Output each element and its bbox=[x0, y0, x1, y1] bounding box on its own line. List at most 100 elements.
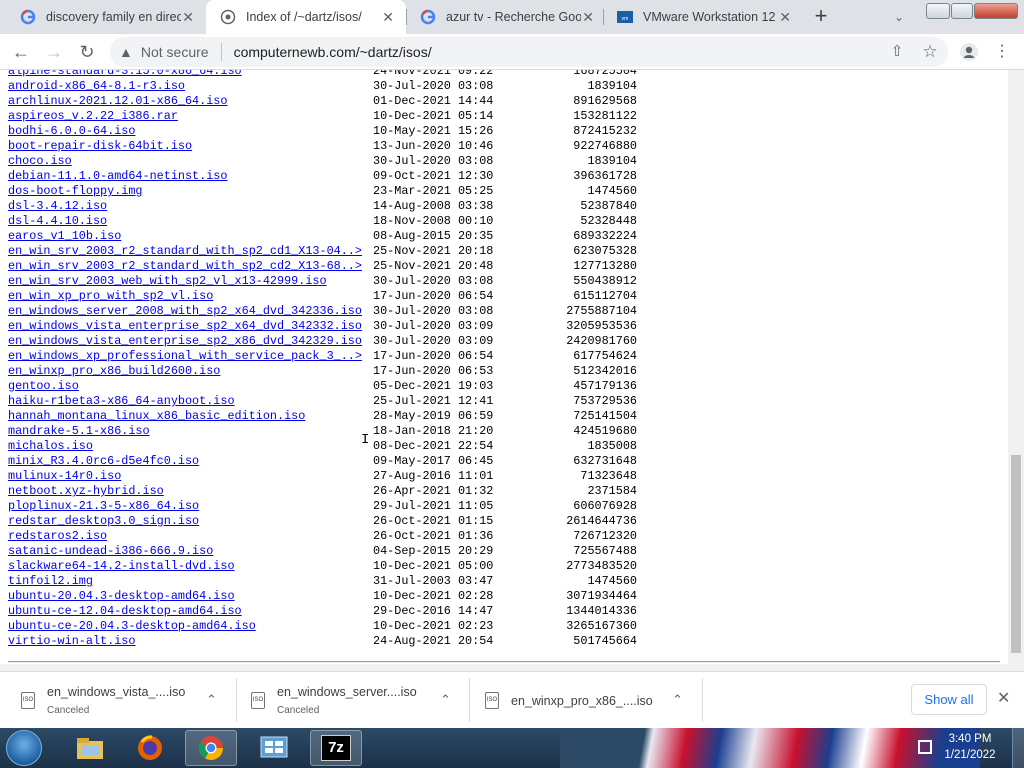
file-link[interactable]: gentoo.iso bbox=[8, 379, 79, 394]
file-link[interactable]: en_win_srv_2003_r2_standard_with_sp2_cd1… bbox=[8, 244, 362, 259]
file-link[interactable]: mandrake-5.1-x86.iso bbox=[8, 424, 150, 439]
window-close-button[interactable] bbox=[974, 3, 1018, 19]
file-link[interactable]: en_windows_vista_enterprise_sp2_x86_dvd_… bbox=[8, 334, 362, 349]
close-tab-icon[interactable]: ✕ bbox=[779, 9, 791, 25]
security-status[interactable]: Not secure bbox=[141, 44, 209, 60]
file-date: 24-Aug-2021 20:54 bbox=[373, 634, 494, 648]
7zip-icon[interactable]: 7z bbox=[310, 730, 362, 766]
show-all-button[interactable]: Show all bbox=[911, 684, 987, 715]
file-size: 424519680 bbox=[573, 424, 637, 438]
file-link[interactable]: redstar_desktop3.0_sign.iso bbox=[8, 514, 199, 529]
listing-row: redstar_desktop3.0_sign.iso 26-Oct-2021 0… bbox=[8, 514, 688, 529]
file-link[interactable]: redstaros2.iso bbox=[8, 529, 107, 544]
wallpaper-strip bbox=[560, 728, 980, 768]
file-link[interactable]: debian-11.1.0-amd64-netinst.iso bbox=[8, 169, 227, 184]
chevron-up-icon[interactable]: ⌃ bbox=[206, 692, 217, 708]
system-clock[interactable]: 3:40 PM 1/21/2022 bbox=[940, 731, 1000, 763]
iso-file-icon: ISO bbox=[251, 692, 265, 709]
file-link[interactable]: en_windows_server_2008_with_sp2_x64_dvd_… bbox=[8, 304, 362, 319]
file-link[interactable]: ploplinux-21.3-5-x86_64.iso bbox=[8, 499, 199, 514]
back-arrow-icon[interactable]: ← bbox=[9, 40, 33, 64]
tab-vmware[interactable]: vm VMware Workstation 12 ✕ bbox=[603, 0, 803, 34]
reload-icon[interactable]: ↻ bbox=[75, 40, 99, 64]
download-status: Canceled bbox=[47, 705, 90, 716]
file-date: 29-Jul-2021 11:05 bbox=[373, 499, 494, 513]
bookmark-star-icon[interactable]: ☆ bbox=[918, 40, 942, 64]
tab-index-isos[interactable]: Index of /~dartz/isos/ ✕ bbox=[206, 0, 406, 34]
start-button[interactable] bbox=[6, 730, 42, 766]
file-link[interactable]: en_win_srv_2003_web_with_sp2_vl_x13-4299… bbox=[8, 274, 327, 289]
menu-kebab-icon[interactable]: ⋮ bbox=[990, 40, 1014, 64]
close-tab-icon[interactable]: ✕ bbox=[382, 9, 394, 25]
file-date: 26-Oct-2021 01:36 bbox=[373, 529, 494, 543]
chevron-up-icon[interactable]: ⌃ bbox=[440, 692, 451, 708]
file-link[interactable]: slackware64-14.2-install-dvd.iso bbox=[8, 559, 235, 574]
horizontal-scrollbar[interactable] bbox=[0, 664, 1008, 671]
address-bar[interactable]: ▲ Not secure computernewb.com/~dartz/iso… bbox=[110, 37, 948, 67]
download-item[interactable]: ISO en_windows_vista_....iso Canceled ⌃ bbox=[0, 672, 236, 729]
file-link[interactable]: minix_R3.4.0rc6-d5e4fc0.iso bbox=[8, 454, 199, 469]
file-link[interactable]: aspireos_v.2.22_i386.rar bbox=[8, 109, 178, 124]
file-link[interactable]: en_win_srv_2003_r2_standard_with_sp2_cd2… bbox=[8, 259, 362, 274]
file-size: 127713280 bbox=[573, 259, 637, 273]
file-link[interactable]: android-x86_64-8.1-r3.iso bbox=[8, 79, 185, 94]
warning-icon[interactable]: ▲ bbox=[119, 44, 133, 60]
share-icon[interactable]: ⇧ bbox=[885, 40, 909, 64]
tab-search-icon[interactable]: ⌄ bbox=[887, 5, 911, 29]
file-link[interactable]: hannah_montana_linux_x86_basic_edition.i… bbox=[8, 409, 305, 424]
firefox-icon[interactable] bbox=[124, 730, 176, 766]
file-link[interactable]: satanic-undead-i386-666.9.iso bbox=[8, 544, 213, 559]
file-link[interactable]: dos-boot-floppy.img bbox=[8, 184, 143, 199]
file-date: 01-Dec-2021 14:44 bbox=[373, 94, 494, 108]
file-link[interactable]: ubuntu-ce-20.04.3-desktop-amd64.iso bbox=[8, 619, 256, 634]
profile-avatar-icon[interactable] bbox=[957, 40, 981, 64]
file-link[interactable]: ubuntu-ce-12.04-desktop-amd64.iso bbox=[8, 604, 242, 619]
minimize-button[interactable] bbox=[926, 3, 950, 19]
download-item[interactable]: ISO en_windows_server....iso Canceled ⌃ bbox=[236, 672, 469, 729]
chevron-up-icon[interactable]: ⌃ bbox=[672, 692, 683, 708]
file-link[interactable]: virtio-win-alt.iso bbox=[8, 634, 135, 649]
file-link[interactable]: mulinux-14r0.iso bbox=[8, 469, 121, 484]
chrome-icon[interactable] bbox=[185, 730, 237, 766]
file-link[interactable]: bodhi-6.0.0-64.iso bbox=[8, 124, 135, 139]
close-tab-icon[interactable]: ✕ bbox=[582, 9, 594, 25]
file-link[interactable]: en_windows_xp_professional_with_service_… bbox=[8, 349, 362, 364]
file-link[interactable]: haiku-r1beta3-x86_64-anyboot.iso bbox=[8, 394, 235, 409]
listing-row: android-x86_64-8.1-r3.iso 30-Jul-2020 03:… bbox=[8, 79, 688, 94]
file-link[interactable]: dsl-3.4.12.iso bbox=[8, 199, 107, 214]
scrollbar-thumb[interactable] bbox=[1011, 455, 1021, 653]
maximize-button[interactable] bbox=[951, 3, 973, 19]
close-downloads-icon[interactable]: ✕ bbox=[997, 688, 1010, 708]
show-desktop-button[interactable] bbox=[1012, 728, 1024, 768]
listing-row: en_win_xp_pro_with_sp2_vl.iso 17-Jun-2020… bbox=[8, 289, 688, 304]
file-link[interactable]: en_windows_vista_enterprise_sp2_x64_dvd_… bbox=[8, 319, 362, 334]
control-panel-icon[interactable] bbox=[248, 730, 300, 766]
file-link[interactable]: en_win_xp_pro_with_sp2_vl.iso bbox=[8, 289, 213, 304]
file-link[interactable]: en_winxp_pro_x86_build2600.iso bbox=[8, 364, 220, 379]
file-link[interactable]: alpine-standard-3.15.0-x86_64.iso bbox=[8, 70, 242, 79]
file-size: 2773483520 bbox=[566, 559, 637, 573]
file-link[interactable]: ubuntu-20.04.3-desktop-amd64.iso bbox=[8, 589, 235, 604]
file-link[interactable]: michalos.iso bbox=[8, 439, 93, 454]
forward-arrow-icon[interactable]: → bbox=[42, 40, 66, 64]
tab-discovery[interactable]: discovery family en direct ✕ bbox=[6, 0, 206, 34]
download-item[interactable]: ISO en_winxp_pro_x86_....iso ⌃ bbox=[469, 672, 702, 729]
file-link[interactable]: netboot.xyz-hybrid.iso bbox=[8, 484, 164, 499]
listing-row: alpine-standard-3.15.0-x86_64.iso 24-Nov-… bbox=[8, 70, 688, 79]
file-link[interactable]: earos_v1_10b.iso bbox=[8, 229, 121, 244]
file-link[interactable]: choco.iso bbox=[8, 154, 72, 169]
file-size: 52328448 bbox=[580, 214, 637, 228]
file-size: 1839104 bbox=[587, 154, 637, 168]
file-link[interactable]: archlinux-2021.12.01-x86_64.iso bbox=[8, 94, 227, 109]
file-link[interactable]: boot-repair-disk-64bit.iso bbox=[8, 139, 192, 154]
new-tab-icon[interactable]: + bbox=[809, 5, 833, 29]
file-link[interactable]: tinfoil2.img bbox=[8, 574, 93, 589]
close-tab-icon[interactable]: ✕ bbox=[182, 9, 194, 25]
file-explorer-icon[interactable] bbox=[64, 730, 116, 766]
file-link[interactable]: dsl-4.4.10.iso bbox=[8, 214, 107, 229]
tab-strip: discovery family en direct ✕ Index of /~… bbox=[0, 0, 1024, 34]
tab-azur-tv[interactable]: azur tv - Recherche Google ✕ bbox=[406, 0, 606, 34]
url-text[interactable]: computernewb.com/~dartz/isos/ bbox=[234, 44, 432, 60]
file-date: 04-Sep-2015 20:29 bbox=[373, 544, 494, 558]
network-icon[interactable] bbox=[918, 740, 932, 754]
